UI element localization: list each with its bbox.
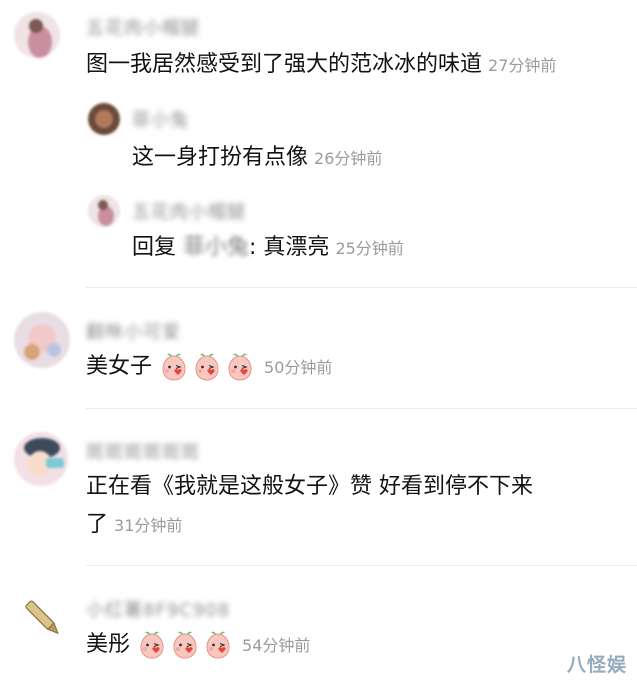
avatar[interactable] xyxy=(14,12,60,58)
comment-text: 图一我居然感受到了强大的范冰冰的味道 27分钟前 xyxy=(86,52,557,77)
comment-time: 31分钟前 xyxy=(114,516,183,535)
emoji-group xyxy=(137,631,236,659)
comment-author[interactable]: 小红薯8F9C908 xyxy=(86,596,230,622)
comment-text-line2: 了 31分钟前 xyxy=(86,512,183,537)
reply-author[interactable]: 五花肉小帽腿 xyxy=(132,198,246,224)
kiss-face-icon xyxy=(206,631,230,659)
user-avatar-icon xyxy=(14,432,68,486)
comment-author[interactable]: 五花肉小帽腿 xyxy=(86,14,200,40)
user-avatar-icon xyxy=(88,195,120,227)
user-avatar-icon xyxy=(14,12,60,58)
comment-text: 美彤 54分钟前 xyxy=(86,630,310,661)
divider xyxy=(86,287,637,288)
pen-icon xyxy=(25,600,59,635)
kiss-face-icon xyxy=(140,631,164,659)
watermark: 八怪娱 xyxy=(566,654,627,676)
comment-text: 美女子 50分钟前 xyxy=(86,352,332,383)
kiss-face-icon xyxy=(195,353,219,381)
kiss-face-icon xyxy=(228,353,252,381)
reply-prefix: 回复 xyxy=(132,235,177,260)
comment-author[interactable]: 翻咻小可爱 xyxy=(86,318,181,344)
avatar[interactable] xyxy=(14,312,70,368)
reply-text: 这一身打扮有点像 26分钟前 xyxy=(132,145,383,170)
comment-text-line1: 正在看《我就是这般女子》赞 好看到停不下来 xyxy=(86,474,533,499)
divider xyxy=(86,408,637,409)
avatar[interactable] xyxy=(14,590,70,646)
reply-author[interactable]: 菲小兔 xyxy=(132,106,189,132)
reply-time: 26分钟前 xyxy=(314,149,383,168)
comment-time: 27分钟前 xyxy=(488,56,557,75)
comment-time: 50分钟前 xyxy=(264,358,333,377)
comment-author[interactable]: 斑斑斑斑斑斑 xyxy=(86,438,200,464)
user-avatar-icon xyxy=(88,103,120,135)
reply-time: 25分钟前 xyxy=(335,239,404,258)
kiss-face-icon xyxy=(162,353,186,381)
divider xyxy=(86,565,637,566)
avatar[interactable] xyxy=(14,432,68,486)
reply-to-user[interactable]: 菲小兔 xyxy=(183,233,249,263)
avatar[interactable] xyxy=(88,103,120,135)
emoji-group xyxy=(159,353,258,381)
comment-time: 54分钟前 xyxy=(242,636,311,655)
reply-text: 回复 菲小兔: 真漂亮 25分钟前 xyxy=(132,233,404,264)
avatar[interactable] xyxy=(88,195,120,227)
kiss-face-icon xyxy=(173,631,197,659)
user-avatar-icon xyxy=(14,312,70,368)
